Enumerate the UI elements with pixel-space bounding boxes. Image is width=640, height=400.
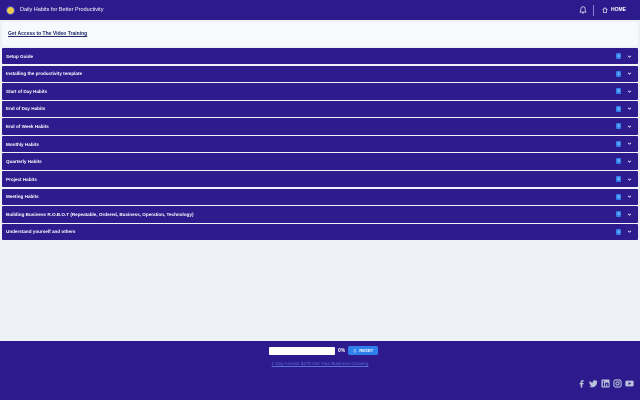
section-count-badge: 9: [616, 211, 621, 218]
app-title: Daily Habits for Better Productivity: [20, 7, 104, 13]
habit-section-label: Installing the productivity template: [6, 71, 83, 77]
linkedin-icon[interactable]: [601, 379, 610, 388]
habit-section-row[interactable]: Start of Day Habits 5: [2, 83, 638, 100]
habit-section-label: Quarterly Habits: [6, 159, 42, 165]
social-links: [574, 379, 634, 388]
habit-section-row[interactable]: Project Habits 6: [2, 171, 638, 188]
habit-section-label: Project Habits: [6, 176, 37, 182]
chevron-down-icon[interactable]: [627, 54, 632, 59]
reset-button[interactable]: RESET: [348, 346, 379, 355]
top-navbar: Daily Habits for Better Productivity HOM…: [0, 0, 640, 20]
habit-section-row[interactable]: End of Week Habits 5: [2, 118, 638, 135]
chevron-down-icon[interactable]: [627, 212, 632, 217]
habit-section-row[interactable]: Building Business R.O.B.O.T (Repeatable,…: [2, 206, 638, 223]
habit-section-row[interactable]: Installing the productivity template 2: [2, 65, 638, 82]
section-count-badge: 6: [616, 176, 621, 183]
habit-section-label: Setup Guide: [6, 53, 34, 59]
chevron-down-icon[interactable]: [627, 71, 632, 76]
chevron-down-icon[interactable]: [627, 106, 632, 111]
chevron-down-icon[interactable]: [627, 124, 632, 129]
section-count-badge: 5: [616, 88, 621, 95]
progress-percent: 0%: [338, 347, 346, 354]
habit-section-row[interactable]: Setup Guide 4: [2, 48, 638, 65]
section-count-badge: 5: [616, 193, 621, 200]
habit-section-label: Building Business R.O.B.O.T (Repeatable,…: [6, 211, 194, 217]
chevron-down-icon[interactable]: [627, 159, 632, 164]
video-training-link[interactable]: Get Access to The Video Training: [8, 31, 87, 37]
habit-section-row[interactable]: Quarterly Habits 3: [2, 153, 638, 170]
habit-section-row[interactable]: Understand yourself and others 4: [2, 223, 638, 241]
habit-section-label: Meeting Habits: [6, 194, 39, 200]
section-count-badge: 5: [616, 140, 621, 147]
habit-section-row[interactable]: Meeting Habits 5: [2, 188, 638, 206]
progress-controls: 0% RESET: [269, 346, 379, 355]
reset-icon: [353, 348, 357, 352]
topbar-actions: HOME: [579, 0, 626, 20]
bell-icon[interactable]: [579, 6, 587, 14]
section-count-badge: 5: [616, 123, 621, 130]
facebook-icon[interactable]: [577, 379, 586, 388]
habit-section-label: Monthly Habits: [6, 141, 39, 147]
chevron-down-icon[interactable]: [627, 194, 632, 199]
section-count-badge: 2: [616, 70, 621, 77]
main-content: Get Access to The Video Training Setup G…: [2, 22, 638, 241]
habit-section-row[interactable]: End of Day Habits 5: [2, 100, 638, 118]
section-count-badge: 4: [616, 228, 621, 235]
home-link[interactable]: HOME: [602, 7, 626, 13]
home-icon: [602, 7, 608, 13]
chevron-down-icon[interactable]: [627, 177, 632, 182]
habit-section-label: Start of Day Habits: [6, 88, 48, 94]
chevron-down-icon[interactable]: [627, 229, 632, 234]
reset-label: RESET: [359, 348, 374, 353]
logo-icon[interactable]: [6, 5, 15, 15]
habit-section-label: End of Week Habits: [6, 124, 49, 129]
home-label: HOME: [611, 7, 626, 13]
habit-section-list: Setup Guide 4 Installing the productivity …: [2, 48, 638, 241]
chevron-down-icon[interactable]: [627, 89, 632, 94]
progress-bar: [269, 346, 335, 355]
youtube-icon[interactable]: [625, 379, 634, 388]
footer: 0% RESET 1 Day Access $275 Get Your Busi…: [0, 341, 640, 400]
section-count-badge: 4: [616, 53, 621, 59]
access-offer-link[interactable]: 1 Day Access $275 Get Your Business Grow…: [0, 361, 640, 366]
twitter-icon[interactable]: [589, 379, 598, 388]
chevron-down-icon[interactable]: [627, 141, 632, 146]
training-banner: Get Access to The Video Training: [2, 22, 638, 46]
section-count-badge: 5: [616, 105, 621, 112]
header-divider: [593, 4, 594, 16]
habit-section-label: End of Day Habits: [6, 106, 46, 112]
section-count-badge: 3: [616, 158, 621, 165]
habit-section-label: Understand yourself and others: [6, 229, 76, 235]
instagram-icon[interactable]: [613, 379, 622, 388]
habit-section-row[interactable]: Monthly Habits 5: [2, 135, 638, 153]
